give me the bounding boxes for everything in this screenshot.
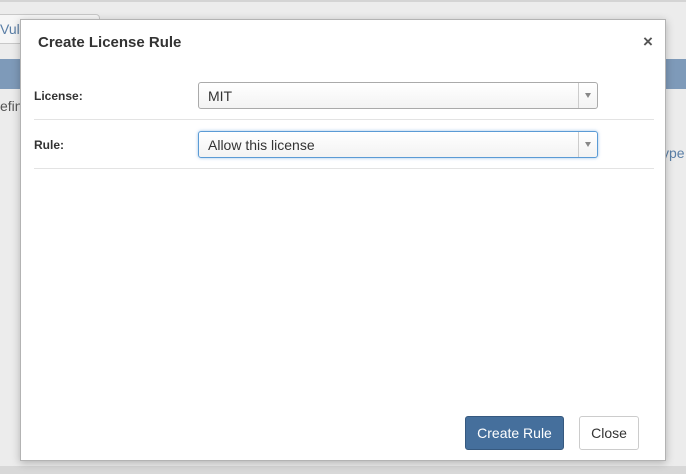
dialog-title: Create License Rule bbox=[38, 34, 182, 51]
license-select-value: MIT bbox=[208, 88, 233, 104]
create-rule-button[interactable]: Create Rule bbox=[465, 416, 564, 450]
background-top-border bbox=[0, 0, 686, 2]
rule-label: Rule: bbox=[34, 138, 64, 152]
row-divider bbox=[34, 168, 654, 169]
close-icon[interactable]: × bbox=[643, 32, 653, 52]
rule-select[interactable]: Allow this license bbox=[198, 131, 598, 158]
rule-select-value: Allow this license bbox=[208, 137, 315, 153]
license-label: License: bbox=[34, 89, 83, 103]
create-license-rule-dialog: Create License Rule × License: MIT Rule:… bbox=[20, 19, 666, 461]
row-divider bbox=[34, 119, 654, 120]
license-select[interactable]: MIT bbox=[198, 82, 598, 109]
close-button[interactable]: Close bbox=[579, 416, 639, 450]
chevron-down-icon bbox=[578, 132, 597, 157]
chevron-down-icon bbox=[578, 83, 597, 108]
background-bottom-strip bbox=[0, 466, 686, 474]
